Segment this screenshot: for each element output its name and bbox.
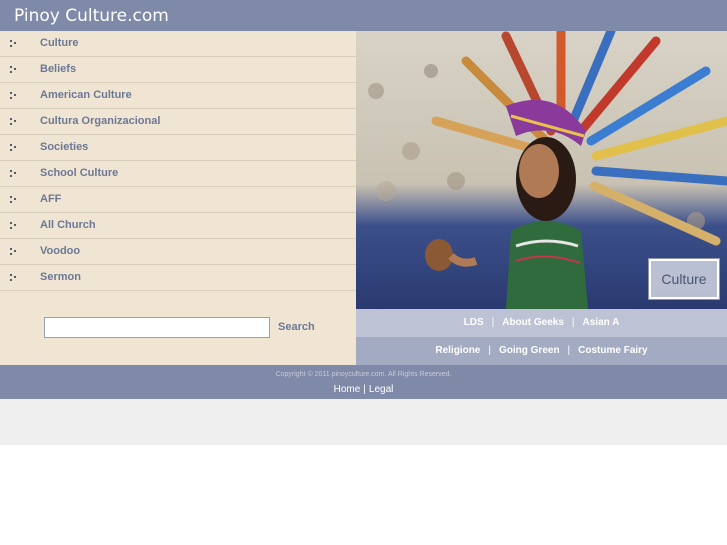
sidebar-item-label[interactable]: School Culture bbox=[40, 167, 118, 179]
dotted-bullet-icon bbox=[10, 40, 18, 48]
link-lds[interactable]: LDS bbox=[464, 317, 484, 328]
sidebar-item-voodoo[interactable]: Voodoo bbox=[0, 239, 356, 265]
sidebar-item-american-culture[interactable]: American Culture bbox=[0, 83, 356, 109]
links-row-2: Religione | Going Green | Costume Fairy bbox=[356, 337, 727, 365]
search-button[interactable]: Search bbox=[278, 321, 315, 333]
link-separator: | bbox=[567, 345, 571, 356]
sidebar-item-label[interactable]: Societies bbox=[40, 141, 88, 153]
footer: Copyright © 2011 pinoyculture.com. All R… bbox=[0, 365, 727, 399]
sidebar-item-sermon[interactable]: Sermon bbox=[0, 265, 356, 291]
dotted-bullet-icon bbox=[10, 222, 18, 230]
search-input[interactable] bbox=[44, 317, 270, 338]
sidebar-item-cultura-organizacional[interactable]: Cultura Organizacional bbox=[0, 109, 356, 135]
sidebar-item-label[interactable]: American Culture bbox=[40, 89, 132, 101]
sidebar-item-culture[interactable]: Culture bbox=[0, 31, 356, 57]
link-going-green[interactable]: Going Green bbox=[499, 345, 560, 356]
footer-band bbox=[0, 399, 727, 445]
site-title[interactable]: Pinoy Culture.com bbox=[14, 6, 169, 26]
sidebar-item-label[interactable]: Culture bbox=[40, 37, 79, 49]
link-separator: | bbox=[571, 317, 575, 328]
sidebar-item-school-culture[interactable]: School Culture bbox=[0, 161, 356, 187]
sidebar-item-beliefs[interactable]: Beliefs bbox=[0, 57, 356, 83]
dotted-bullet-icon bbox=[10, 66, 18, 74]
sidebar-item-label[interactable]: Cultura Organizacional bbox=[40, 115, 160, 127]
links-row-1: LDS | About Geeks | Asian A bbox=[356, 309, 727, 337]
sidebar-item-label[interactable]: AFF bbox=[40, 193, 61, 205]
sidebar-item-label[interactable]: Beliefs bbox=[40, 63, 76, 75]
dotted-bullet-icon bbox=[10, 196, 18, 204]
footer-legal-link[interactable]: Legal bbox=[369, 384, 393, 395]
link-about-geeks[interactable]: About Geeks bbox=[502, 317, 564, 328]
dotted-bullet-icon bbox=[10, 274, 18, 282]
sidebar: Culture Beliefs American Culture Cultura… bbox=[0, 31, 356, 365]
sidebar-item-label[interactable]: All Church bbox=[40, 219, 96, 231]
footer-links: Home | Legal bbox=[0, 384, 727, 395]
link-asian-a[interactable]: Asian A bbox=[583, 317, 620, 328]
copyright-text: Copyright © 2011 pinoyculture.com. All R… bbox=[275, 371, 452, 378]
link-costume-fairy[interactable]: Costume Fairy bbox=[578, 345, 647, 356]
header-bar: Pinoy Culture.com bbox=[0, 0, 727, 31]
footer-separator: | bbox=[363, 384, 366, 395]
sidebar-item-all-church[interactable]: All Church bbox=[0, 213, 356, 239]
hero-image: Culture bbox=[356, 31, 727, 309]
footer-home-link[interactable]: Home bbox=[334, 384, 361, 395]
hero-caption: Culture bbox=[648, 258, 720, 300]
sidebar-item-label[interactable]: Sermon bbox=[40, 271, 81, 283]
sidebar-item-societies[interactable]: Societies bbox=[0, 135, 356, 161]
link-separator: | bbox=[491, 317, 495, 328]
dotted-bullet-icon bbox=[10, 92, 18, 100]
sidebar-nav: Culture Beliefs American Culture Cultura… bbox=[0, 31, 356, 291]
dotted-bullet-icon bbox=[10, 118, 18, 126]
sidebar-item-aff[interactable]: AFF bbox=[0, 187, 356, 213]
sidebar-item-label[interactable]: Voodoo bbox=[40, 245, 80, 257]
dotted-bullet-icon bbox=[10, 170, 18, 178]
link-religione[interactable]: Religione bbox=[435, 345, 480, 356]
dotted-bullet-icon bbox=[10, 144, 18, 152]
dotted-bullet-icon bbox=[10, 248, 18, 256]
link-separator: | bbox=[488, 345, 491, 356]
